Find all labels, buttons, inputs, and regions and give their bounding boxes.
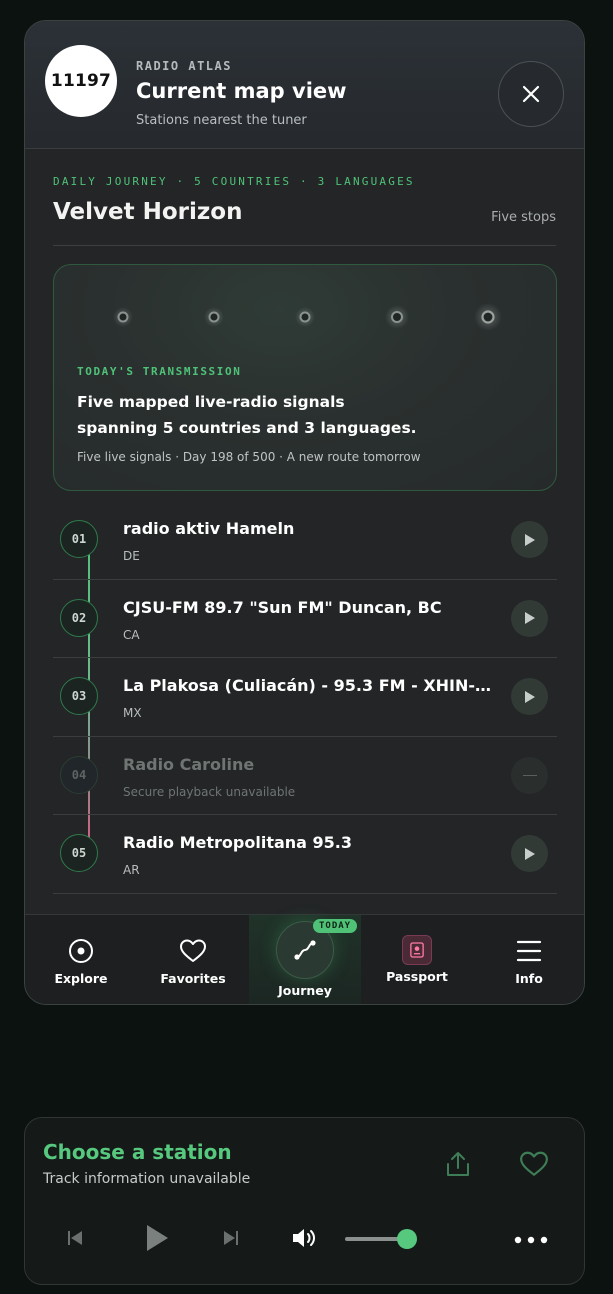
dash-icon xyxy=(522,774,537,776)
more-dots-icon xyxy=(514,1236,548,1244)
station-number: 04 xyxy=(60,755,98,794)
previous-button[interactable] xyxy=(65,1228,85,1248)
station-row[interactable]: 02 CJSU-FM 89.7 "Sun FM" Duncan, BC CA xyxy=(53,580,557,658)
station-number: 03 xyxy=(60,677,98,715)
station-row-unavailable: 04 Radio Caroline Secure playback unavai… xyxy=(53,737,557,815)
nav-passport[interactable]: Passport xyxy=(361,915,473,1004)
play-icon xyxy=(147,1225,168,1251)
share-icon xyxy=(447,1152,469,1176)
menu-icon xyxy=(516,940,542,962)
skip-previous-icon xyxy=(68,1231,82,1245)
station-name: Radio Metropolitana 95.3 xyxy=(123,833,353,852)
nav-journey[interactable]: TODAY Journey xyxy=(249,915,361,1004)
close-icon xyxy=(522,85,540,103)
today-badge: TODAY xyxy=(313,919,358,933)
volume-icon xyxy=(293,1229,315,1247)
play-icon xyxy=(524,612,535,624)
nav-label: Info xyxy=(515,971,543,986)
play-icon xyxy=(524,690,535,703)
bottom-nav: Explore Favorites TODAY Journey Passport… xyxy=(25,914,584,1004)
header-title: Current map view xyxy=(136,79,347,103)
play-button[interactable] xyxy=(141,1222,173,1254)
next-button[interactable] xyxy=(221,1228,241,1248)
divider xyxy=(53,245,556,246)
mute-button[interactable] xyxy=(291,1226,319,1250)
nav-favorites[interactable]: Favorites xyxy=(137,915,249,1004)
station-name: Radio Caroline xyxy=(123,754,255,774)
card-meta: Five live signals · Day 198 of 500 · A n… xyxy=(77,450,421,464)
mini-player: Choose a station Track information unava… xyxy=(24,1117,585,1285)
player-title: Choose a station xyxy=(43,1140,232,1164)
station-number: 02 xyxy=(60,598,98,637)
heart-icon xyxy=(180,939,206,962)
more-options-button[interactable] xyxy=(513,1230,549,1250)
card-headline: Five mapped live-radio signals spanning … xyxy=(77,389,497,441)
station-country: DE xyxy=(123,549,140,563)
play-icon xyxy=(524,533,535,546)
nav-label: Favorites xyxy=(160,971,226,986)
station-country: MX xyxy=(123,706,142,720)
passport-icon xyxy=(402,935,432,965)
station-name: radio aktiv Hameln xyxy=(123,519,295,538)
station-country: CA xyxy=(123,627,140,642)
card-headline-line-2: spanning 5 countries and 3 languages. xyxy=(77,419,417,437)
skip-next-icon xyxy=(224,1231,238,1245)
header-subtitle: Stations nearest the tuner xyxy=(136,113,307,128)
nav-info[interactable]: Info xyxy=(473,915,584,1004)
route-map-graphic xyxy=(92,303,520,331)
route-stop-4 xyxy=(385,305,409,329)
journey-eyebrow: DAILY JOURNEY · 5 COUNTRIES · 3 LANGUAGE… xyxy=(53,175,415,188)
station-number: 05 xyxy=(60,834,98,872)
heart-icon xyxy=(520,1151,548,1176)
play-station-button[interactable] xyxy=(511,678,548,715)
panel-header: 11197 RADIO ATLAS Current map view Stati… xyxy=(25,21,584,149)
play-station-button[interactable] xyxy=(511,599,548,637)
nav-explore[interactable]: Explore xyxy=(25,915,137,1004)
route-stop-2 xyxy=(204,307,224,327)
play-station-button[interactable] xyxy=(511,521,548,558)
nav-label: Journey xyxy=(278,983,332,998)
station-number: 01 xyxy=(60,520,98,558)
nav-label: Passport xyxy=(386,969,448,984)
journey-stops-label: Five stops xyxy=(491,210,556,225)
station-list: 01 radio aktiv Hameln DE 02 CJSU-FM 89.7… xyxy=(53,501,557,894)
station-status: Secure playback unavailable xyxy=(123,784,296,799)
route-stop-3 xyxy=(295,307,315,327)
station-row[interactable]: 03 La Plakosa (Culiacán) - 95.3 FM - XHI… xyxy=(53,658,557,737)
favorite-button[interactable] xyxy=(517,1149,551,1179)
transmission-card: TODAY'S TRANSMISSION Five mapped live-ra… xyxy=(53,264,557,491)
station-name: CJSU-FM 89.7 "Sun FM" Duncan, BC xyxy=(123,597,442,617)
journey-panel: 11197 RADIO ATLAS Current map view Stati… xyxy=(24,20,585,1005)
share-button[interactable] xyxy=(443,1148,473,1180)
card-eyebrow: TODAY'S TRANSMISSION xyxy=(77,365,242,378)
route-stop-5 xyxy=(474,303,502,331)
nav-label: Explore xyxy=(54,971,108,986)
play-station-button[interactable] xyxy=(511,835,548,872)
station-row[interactable]: 01 radio aktiv Hameln DE xyxy=(53,501,557,580)
station-row[interactable]: 05 Radio Metropolitana 95.3 AR xyxy=(53,815,557,894)
station-name: La Plakosa (Culiacán) - 95.3 FM - XHIN-F… xyxy=(123,676,493,695)
route-stop-1 xyxy=(113,307,133,327)
station-country: AR xyxy=(123,863,140,877)
compass-icon xyxy=(69,939,93,963)
card-headline-line-1: Five mapped live-radio signals xyxy=(77,393,345,411)
header-eyebrow: RADIO ATLAS xyxy=(136,59,232,73)
station-count-badge: 11197 xyxy=(45,45,117,117)
play-disabled-button xyxy=(511,756,548,794)
play-icon xyxy=(524,847,535,860)
player-subtitle: Track information unavailable xyxy=(43,1171,251,1187)
route-icon xyxy=(294,940,316,960)
volume-slider-handle[interactable] xyxy=(396,1229,417,1249)
close-button[interactable] xyxy=(498,61,564,127)
journey-title: Velvet Horizon xyxy=(53,199,243,225)
